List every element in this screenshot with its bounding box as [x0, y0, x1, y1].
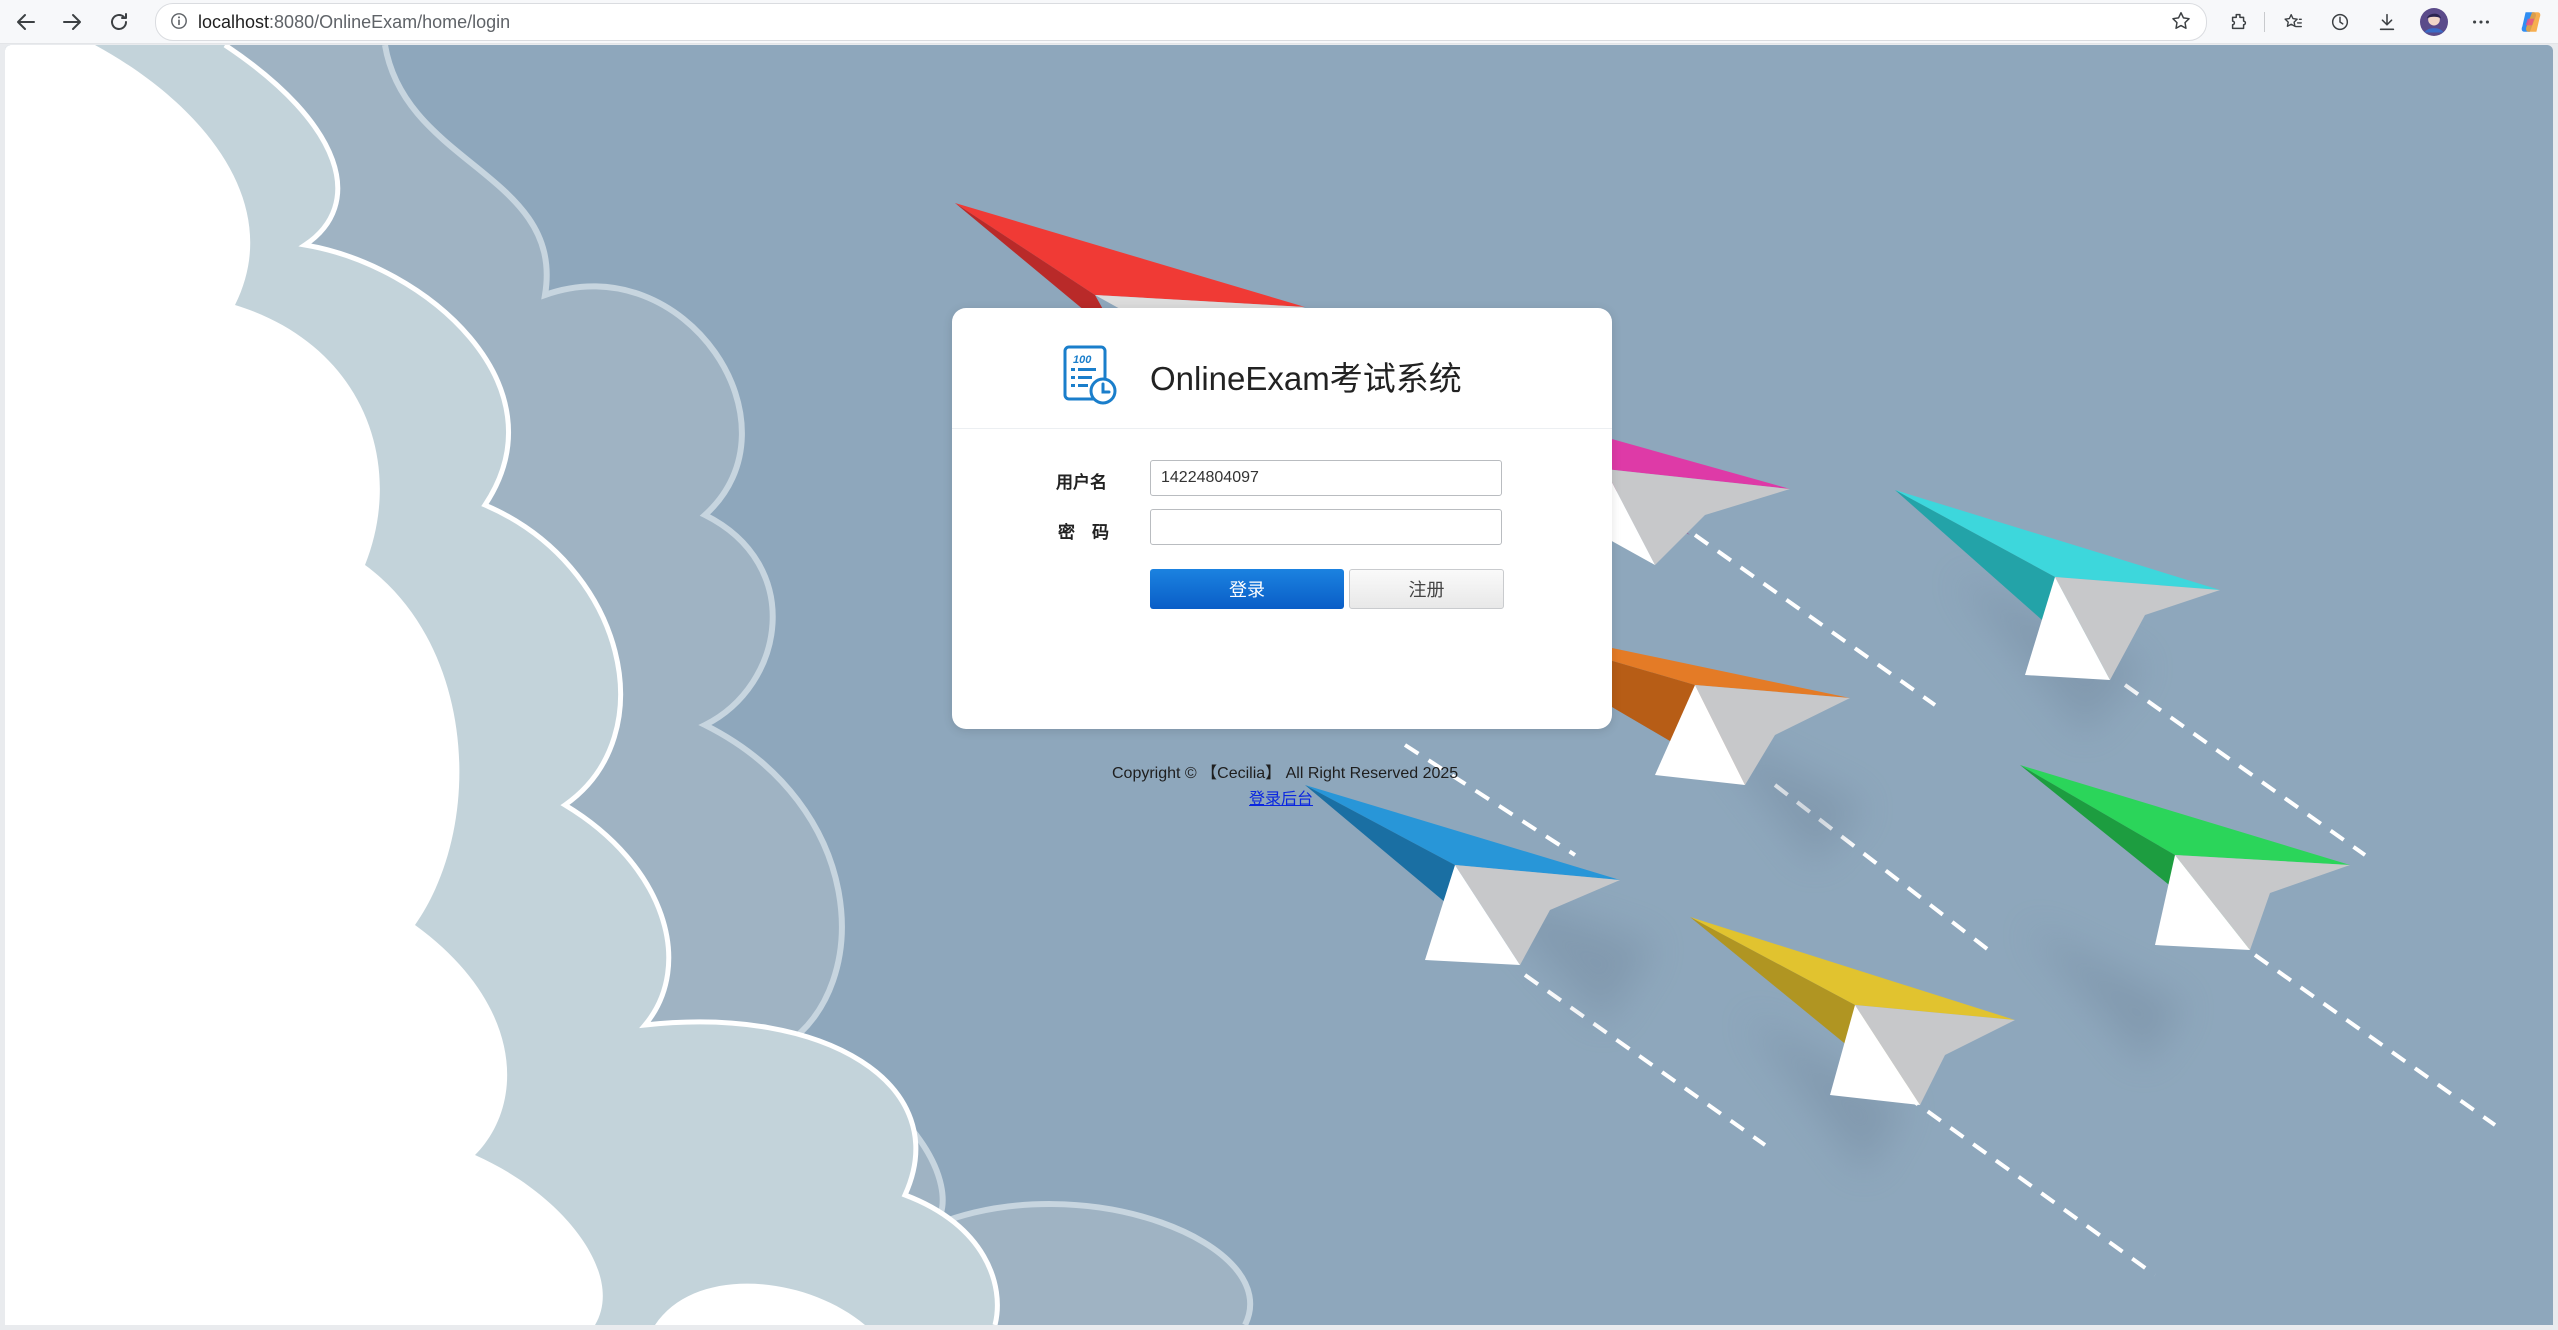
copyright-text: Copyright © 【Cecilia】 All Right Reserved… — [1112, 765, 1459, 782]
forward-icon[interactable] — [55, 5, 89, 39]
green-paper-plane — [2020, 765, 2350, 950]
site-info-icon[interactable] — [170, 12, 188, 30]
admin-login-link[interactable]: 登录后台 — [1249, 785, 1313, 809]
more-menu-icon[interactable] — [2464, 5, 2498, 39]
cyan-paper-plane — [1895, 490, 2220, 680]
profile-avatar[interactable] — [2417, 5, 2451, 39]
app-title: OnlineExam考试系统 — [1150, 360, 1462, 397]
password-label: 密 码 — [1058, 523, 1109, 542]
bookmark-star-icon[interactable] — [2170, 10, 2192, 32]
login-card-header: 100 OnlineExam考试系统 — [952, 308, 1612, 429]
register-button[interactable]: 注册 — [1349, 569, 1504, 609]
favorites-icon[interactable] — [2276, 5, 2310, 39]
address-bar[interactable]: localhost:8080/OnlineExam/home/login — [155, 3, 2207, 41]
toolbar-divider — [2264, 12, 2265, 32]
login-card: 100 OnlineExam考试系统 用户名 密 码 登录 注册 — [952, 308, 1612, 729]
extensions-icon[interactable] — [2222, 5, 2256, 39]
back-icon[interactable] — [9, 5, 43, 39]
copilot-icon[interactable] — [2514, 5, 2548, 39]
url-text: localhost:8080/OnlineExam/home/login — [198, 12, 511, 32]
history-icon[interactable] — [2323, 5, 2357, 39]
page-viewport: 100 OnlineExam考试系统 用户名 密 码 登录 注册 Copyrig… — [5, 45, 2553, 1325]
browser-toolbar: localhost:8080/OnlineExam/home/login — [0, 0, 2558, 44]
downloads-icon[interactable] — [2370, 5, 2404, 39]
password-input[interactable] — [1150, 509, 1502, 545]
login-button[interactable]: 登录 — [1150, 569, 1344, 609]
username-label: 用户名 — [1056, 473, 1107, 492]
reload-icon[interactable] — [102, 5, 136, 39]
username-input[interactable] — [1150, 460, 1502, 496]
yellow-paper-plane — [1690, 917, 2015, 1105]
exam-logo-icon: 100 — [1063, 345, 1117, 405]
svg-text:100: 100 — [1073, 354, 1092, 366]
